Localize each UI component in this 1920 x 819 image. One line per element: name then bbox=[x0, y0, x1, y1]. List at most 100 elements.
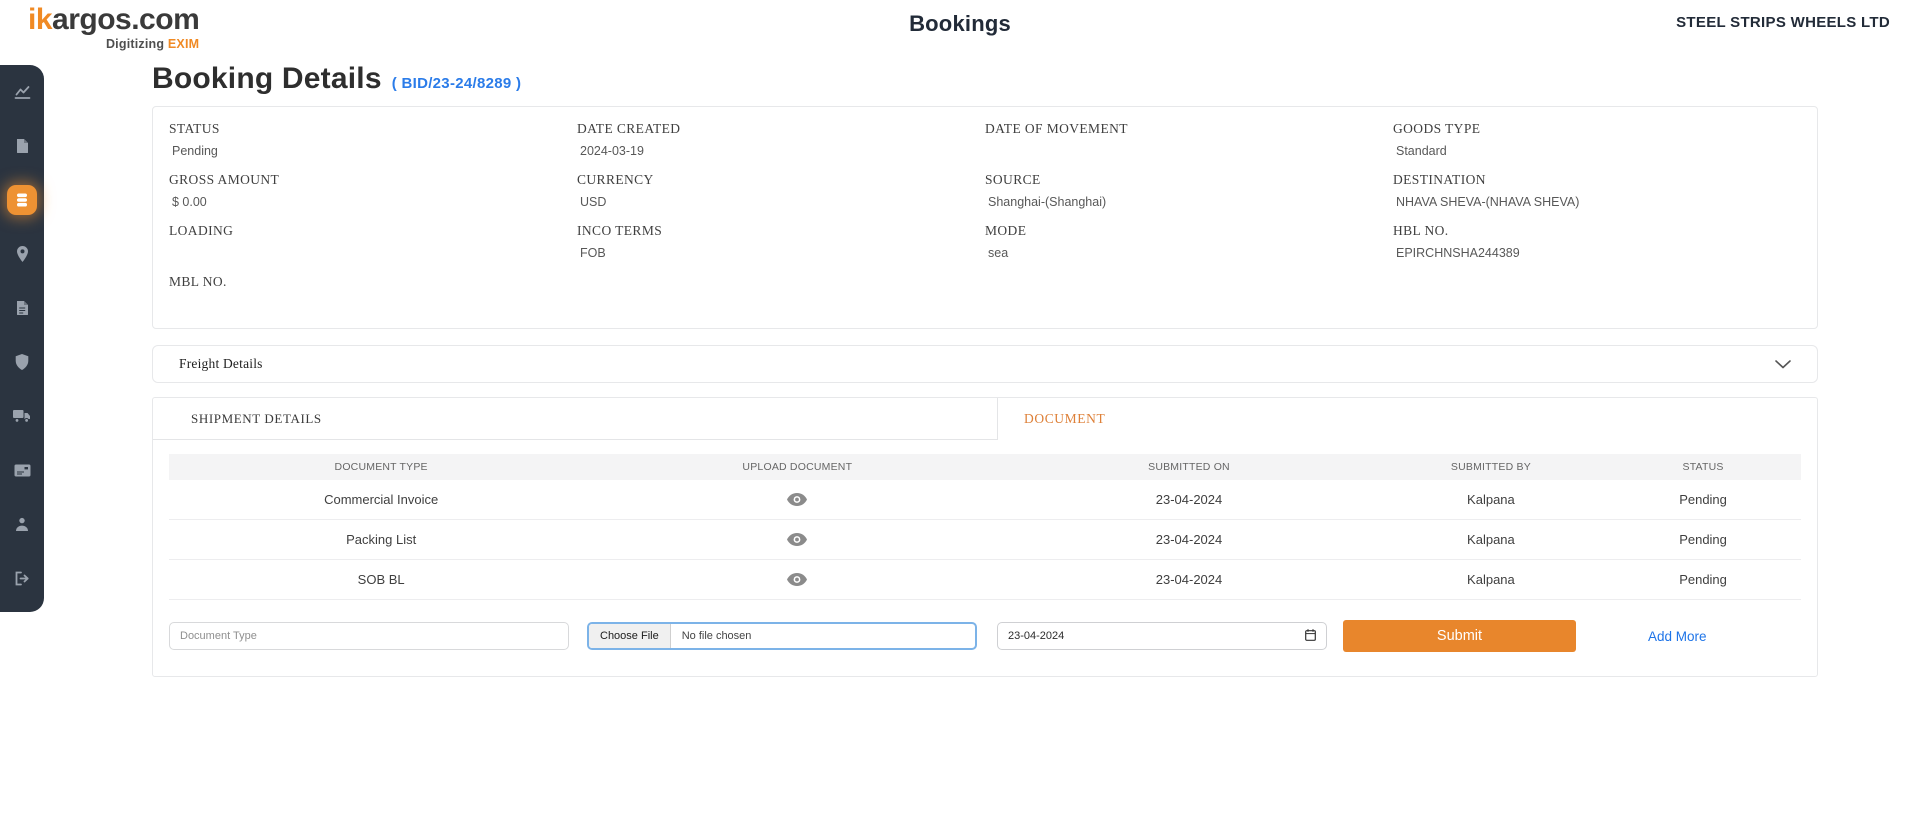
logo-tagline: Digitizing EXIM bbox=[28, 38, 199, 51]
submit-button[interactable]: Submit bbox=[1343, 620, 1576, 652]
tab-document[interactable]: DOCUMENT bbox=[998, 398, 1817, 440]
eye-icon[interactable] bbox=[787, 493, 807, 506]
documents-card: SHIPMENT DETAILS DOCUMENT DOCUMENT TYPE … bbox=[152, 397, 1818, 677]
field-date-of-movement: DATE OF MOVEMENT bbox=[985, 121, 1393, 159]
main-content: Booking Details ( BID/23-24/8289 ) STATU… bbox=[152, 56, 1818, 677]
field-value: 2024-03-19 bbox=[577, 144, 985, 159]
freight-details-title: Freight Details bbox=[179, 356, 263, 372]
logout-icon bbox=[14, 571, 30, 586]
document-type-input[interactable] bbox=[169, 622, 569, 650]
tab-shipment-details[interactable]: SHIPMENT DETAILS bbox=[153, 398, 998, 440]
add-more-link[interactable]: Add More bbox=[1648, 629, 1707, 644]
field-value: Standard bbox=[1393, 144, 1801, 159]
sidebar-item-tracking[interactable] bbox=[8, 245, 36, 263]
table-row: SOB BL 23-04-2024 Kalpana Pending bbox=[169, 560, 1801, 600]
field-mode: MODE sea bbox=[985, 223, 1393, 261]
tab-bar: SHIPMENT DETAILS DOCUMENT bbox=[153, 398, 1817, 440]
field-value bbox=[985, 144, 1393, 159]
documents-table: DOCUMENT TYPE UPLOAD DOCUMENT SUBMITTED … bbox=[169, 454, 1801, 600]
field-value: Shanghai-(Shanghai) bbox=[985, 195, 1393, 210]
field-label: HBL NO. bbox=[1393, 223, 1801, 239]
field-value bbox=[169, 297, 577, 312]
table-row: Commercial Invoice 23-04-2024 Kalpana Pe… bbox=[169, 480, 1801, 520]
field-value: Pending bbox=[169, 144, 577, 159]
file-icon bbox=[15, 138, 29, 154]
field-hbl-no: HBL NO. EPIRCHNSHA244389 bbox=[1393, 223, 1801, 261]
cell-status: Pending bbox=[1605, 492, 1801, 507]
cell-status: Pending bbox=[1605, 532, 1801, 547]
upload-form-row: Choose File No file chosen 23-04-2024 Su… bbox=[169, 620, 1801, 652]
cell-upload-document bbox=[593, 493, 1001, 506]
field-value: USD bbox=[577, 195, 985, 210]
cell-document-type: Commercial Invoice bbox=[169, 492, 593, 507]
page-title: Bookings bbox=[0, 11, 1920, 37]
field-label: LOADING bbox=[169, 223, 577, 239]
line-chart-icon bbox=[14, 84, 31, 100]
freight-details-accordion[interactable]: Freight Details bbox=[152, 345, 1818, 383]
sidebar-item-bookings[interactable] bbox=[7, 185, 37, 215]
sidebar-item-invoices[interactable] bbox=[8, 299, 36, 317]
sidebar-item-security[interactable] bbox=[8, 353, 36, 371]
cell-submitted-by: Kalpana bbox=[1377, 532, 1605, 547]
booking-id-badge: ( BID/23-24/8289 ) bbox=[392, 75, 522, 92]
field-label: MBL NO. bbox=[169, 274, 577, 290]
field-label: STATUS bbox=[169, 121, 577, 137]
eye-icon[interactable] bbox=[787, 533, 807, 546]
date-input[interactable]: 23-04-2024 bbox=[997, 622, 1327, 650]
sidebar-item-billing[interactable] bbox=[8, 461, 36, 479]
col-header-upload-document: UPLOAD DOCUMENT bbox=[593, 461, 1001, 473]
field-label: DATE CREATED bbox=[577, 121, 985, 137]
booking-details-title: Booking Details bbox=[152, 62, 382, 96]
field-label: GOODS TYPE bbox=[1393, 121, 1801, 137]
field-value: sea bbox=[985, 246, 1393, 261]
cell-document-type: Packing List bbox=[169, 532, 593, 547]
choose-file-button[interactable]: Choose File bbox=[589, 624, 671, 648]
field-value bbox=[169, 246, 577, 261]
cell-submitted-by: Kalpana bbox=[1377, 492, 1605, 507]
top-header: ikargos.com Digitizing EXIM Bookings STE… bbox=[0, 0, 1920, 56]
booking-details-card: STATUS Pending DATE CREATED 2024-03-19 DAT… bbox=[152, 106, 1818, 329]
cell-document-type: SOB BL bbox=[169, 572, 593, 587]
file-status-text: No file chosen bbox=[671, 624, 752, 648]
field-label: GROSS AMOUNT bbox=[169, 172, 577, 188]
field-inco-terms: INCO TERMS FOB bbox=[577, 223, 985, 261]
truck-icon bbox=[13, 409, 31, 423]
cell-submitted-on: 23-04-2024 bbox=[1001, 572, 1376, 587]
field-mbl-no: MBL NO. bbox=[169, 274, 577, 312]
eye-icon[interactable] bbox=[787, 573, 807, 586]
field-goods-type: GOODS TYPE Standard bbox=[1393, 121, 1801, 159]
sidebar-item-profile[interactable] bbox=[8, 515, 36, 533]
col-header-submitted-by: SUBMITTED BY bbox=[1377, 461, 1605, 473]
field-status: STATUS Pending bbox=[169, 121, 577, 159]
sidebar-item-transport[interactable] bbox=[8, 407, 36, 425]
file-upload-input[interactable]: Choose File No file chosen bbox=[587, 622, 977, 650]
col-header-document-type: DOCUMENT TYPE bbox=[169, 461, 593, 473]
field-label: SOURCE bbox=[985, 172, 1393, 188]
field-label: CURRENCY bbox=[577, 172, 985, 188]
id-card-icon bbox=[14, 464, 31, 477]
field-label: INCO TERMS bbox=[577, 223, 985, 239]
cell-submitted-by: Kalpana bbox=[1377, 572, 1605, 587]
tagline-prefix: Digitizing bbox=[106, 37, 168, 51]
calendar-icon[interactable] bbox=[1305, 629, 1316, 644]
chevron-down-icon bbox=[1775, 360, 1791, 369]
cell-upload-document bbox=[593, 573, 1001, 586]
col-header-submitted-on: SUBMITTED ON bbox=[1001, 461, 1376, 473]
field-label: MODE bbox=[985, 223, 1393, 239]
sidebar-item-logout[interactable] bbox=[8, 569, 36, 587]
user-icon bbox=[15, 517, 29, 532]
cell-status: Pending bbox=[1605, 572, 1801, 587]
database-icon bbox=[14, 192, 30, 208]
company-name: STEEL STRIPS WHEELS LTD bbox=[1676, 14, 1890, 31]
sidebar-item-dashboard[interactable] bbox=[8, 83, 36, 101]
field-date-created: DATE CREATED 2024-03-19 bbox=[577, 121, 985, 159]
file-text-icon bbox=[15, 300, 29, 316]
shield-icon bbox=[15, 354, 29, 370]
field-destination: DESTINATIONNHAVA SHEVA-(NHAVA SHEVA) bbox=[1393, 172, 1801, 210]
sidebar-nav bbox=[0, 65, 44, 612]
field-value: FOB bbox=[577, 246, 985, 261]
sidebar-item-documents[interactable] bbox=[8, 137, 36, 155]
table-row: Packing List 23-04-2024 Kalpana Pending bbox=[169, 520, 1801, 560]
cell-upload-document bbox=[593, 533, 1001, 546]
field-value: EPIRCHNSHA244389 bbox=[1393, 246, 1801, 261]
